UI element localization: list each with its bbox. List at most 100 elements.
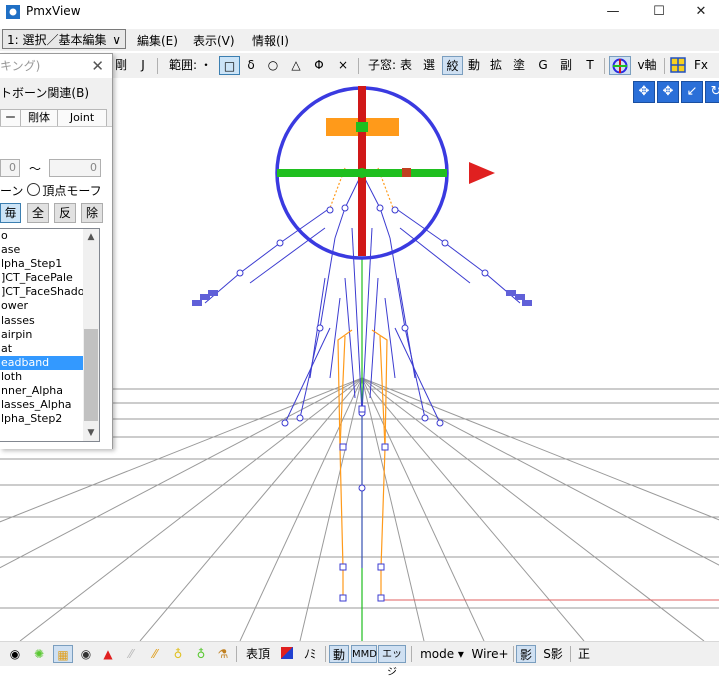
wire-plus-button[interactable]: Wire+ <box>470 645 510 663</box>
range-triangle-button[interactable]: △ <box>288 56 304 75</box>
front-view-button[interactable]: 正 <box>575 645 593 663</box>
color-swatch-icon[interactable] <box>279 645 295 663</box>
gizmo-x-handle[interactable] <box>402 168 411 177</box>
toolbar-separator <box>358 58 359 74</box>
wire-icon[interactable]: ⁄⁄ <box>123 645 139 663</box>
range-circle-button[interactable]: ○ <box>265 56 281 75</box>
toolbar-separator <box>570 646 571 662</box>
flask-icon[interactable]: ⚗ <box>215 645 231 663</box>
toolbar-separator <box>604 58 605 74</box>
radio-vertex-morph[interactable] <box>27 183 41 196</box>
subwindow-select-button[interactable]: 選 <box>421 56 437 75</box>
app-icon <box>6 5 20 19</box>
all-button[interactable]: 全 <box>27 203 49 223</box>
remove-button[interactable]: 除 <box>81 203 103 223</box>
morph-list[interactable]: o ase lpha_Step1]CT_FacePale]CT_FaceShadow… <box>0 228 100 442</box>
subwindow-move-button[interactable]: 動 <box>466 56 482 75</box>
subwindow-label: 子窓: <box>367 58 397 72</box>
toolbar-separator <box>236 646 237 662</box>
self-shadow-button[interactable]: S影 <box>540 645 566 663</box>
subwindow-table-button[interactable]: 表 <box>398 56 414 75</box>
bottom-toolbar: ◉ ✺ ▦ ◉ ▲ ⁄⁄ ⁄⁄ ♁ ♁ ⚗ 表頂 ﾉﾐ 動 MMD エッジ mo… <box>0 641 719 678</box>
maximize-button[interactable]: ☐ <box>636 0 682 24</box>
local-axis-button[interactable] <box>609 56 631 75</box>
bone-morph-panel: キング) ✕ トボーン関連(B) ーン 剛体 Joint 0 〜 0 ーン頂点モ… <box>0 53 113 449</box>
bone-figure-icon[interactable]: ♁ <box>193 645 209 663</box>
subwindow-filter-button[interactable]: 絞 <box>442 56 463 75</box>
rotate-view-button[interactable]: ↻ <box>705 81 719 103</box>
list-scrollbar[interactable]: ▲ ▼ <box>83 229 99 441</box>
range-rect-button[interactable]: □ <box>219 56 240 75</box>
stripes-icon[interactable]: ⁄⁄ <box>147 645 163 663</box>
toolbar-joint-button[interactable]: J <box>137 56 149 75</box>
status-cursor-icon[interactable]: ◉ <box>6 645 24 663</box>
grid-icon <box>670 57 686 73</box>
toolbar-separator <box>411 646 412 662</box>
triangle-icon[interactable]: ▲ <box>100 645 116 663</box>
gizmo-x-arrow[interactable] <box>469 162 495 184</box>
range-delta-button[interactable]: δ <box>243 56 259 75</box>
grid-view-button[interactable] <box>668 56 688 75</box>
vertex-top-button[interactable]: 表頂 <box>243 645 273 663</box>
figure-icon[interactable]: ♁ <box>170 645 186 663</box>
point-icon[interactable]: ◉ <box>78 645 94 663</box>
invert-button[interactable]: 反 <box>54 203 76 223</box>
range-cross-button[interactable]: × <box>335 56 351 75</box>
subwindow-t-button[interactable]: T <box>582 56 598 75</box>
window-title: PmxView <box>26 4 81 18</box>
move-view-button[interactable]: ✥ <box>657 81 679 103</box>
v-axis-button[interactable]: v軸 <box>634 56 660 75</box>
menu-bar: 1: 選択／基本編集 ∨ 編集(E) 表示(V) 情報(I) <box>0 29 719 51</box>
axis-gizmo-icon <box>612 58 628 74</box>
tab-joint[interactable]: Joint <box>57 109 107 127</box>
scroll-down-icon[interactable]: ▼ <box>83 425 99 441</box>
panel-body: 0 〜 0 ーン 頂点モーフ 毎 全 反 除 o ase lpha_Step1]CT_… <box>0 126 112 449</box>
radio-bone-label[interactable]: ーン <box>0 184 23 198</box>
subwindow-g-button[interactable]: G <box>535 56 551 75</box>
fx-button[interactable]: Fx <box>691 56 711 75</box>
range-point-button[interactable]: ・ <box>198 56 214 75</box>
menu-info[interactable]: 情報(I) <box>252 32 289 49</box>
mmd-button[interactable]: MMD <box>351 645 377 663</box>
subwindow-scale-button[interactable]: 拡 <box>488 56 504 75</box>
pan-view-button[interactable]: ✥ <box>633 81 655 103</box>
range-from-field[interactable]: 0 <box>0 159 20 177</box>
subwindow-paint-button[interactable]: 塗 <box>511 56 527 75</box>
scroll-up-icon[interactable]: ▲ <box>83 229 99 245</box>
range-phi-button[interactable]: Φ <box>311 56 327 75</box>
range-to-field[interactable]: 0 <box>49 159 101 177</box>
menu-view[interactable]: 表示(V) <box>193 32 235 49</box>
tab-rigid-body[interactable]: 剛体 <box>20 109 58 127</box>
chevron-down-icon: ∨ <box>112 33 121 47</box>
toolbar-separator <box>664 58 665 74</box>
edit-mode-label: 1: 選択／基本編集 <box>7 33 107 47</box>
range-separator: 〜 <box>29 162 42 176</box>
zoom-view-button[interactable]: ↙ <box>681 81 703 103</box>
panel-menu[interactable]: トボーン関連(B) <box>0 84 89 101</box>
edge-button[interactable]: エッジ <box>378 645 406 678</box>
shadow-button[interactable]: 影 <box>516 645 536 663</box>
panel-tabs: ーン 剛体 Joint <box>0 109 112 140</box>
edit-mode-select[interactable]: 1: 選択／基本編集 ∨ <box>2 29 126 49</box>
mode-dropdown[interactable]: mode ▾ <box>417 645 467 663</box>
material-icon[interactable]: ▦ <box>53 645 73 663</box>
subwindow-sub-button[interactable]: 副 <box>558 56 574 75</box>
menu-edit[interactable]: 編集(E) <box>137 32 178 49</box>
toolbar-separator <box>513 646 514 662</box>
title-bar: PmxView — ☐ ✕ <box>0 0 719 24</box>
motion-button[interactable]: 動 <box>329 645 349 663</box>
gizmo-center[interactable] <box>357 168 367 178</box>
close-icon[interactable]: ✕ <box>91 54 104 78</box>
normal-button[interactable]: ﾉﾐ <box>300 645 320 663</box>
gizmo-y-handle[interactable] <box>356 122 368 132</box>
morph-type-radio-row: ーン 頂点モーフ <box>0 182 102 199</box>
radio-vertex-label[interactable]: 頂点モーフ <box>42 184 101 198</box>
light-icon[interactable]: ✺ <box>30 645 48 663</box>
scroll-thumb[interactable] <box>84 329 98 421</box>
tab-bone[interactable]: ーン <box>0 109 21 140</box>
each-button[interactable]: 毎 <box>0 203 21 223</box>
close-button[interactable]: ✕ <box>678 0 719 24</box>
toolbar-rigid-button[interactable]: 剛 <box>115 56 127 75</box>
range-label: 範囲: <box>168 58 198 72</box>
minimize-button[interactable]: — <box>590 0 636 24</box>
